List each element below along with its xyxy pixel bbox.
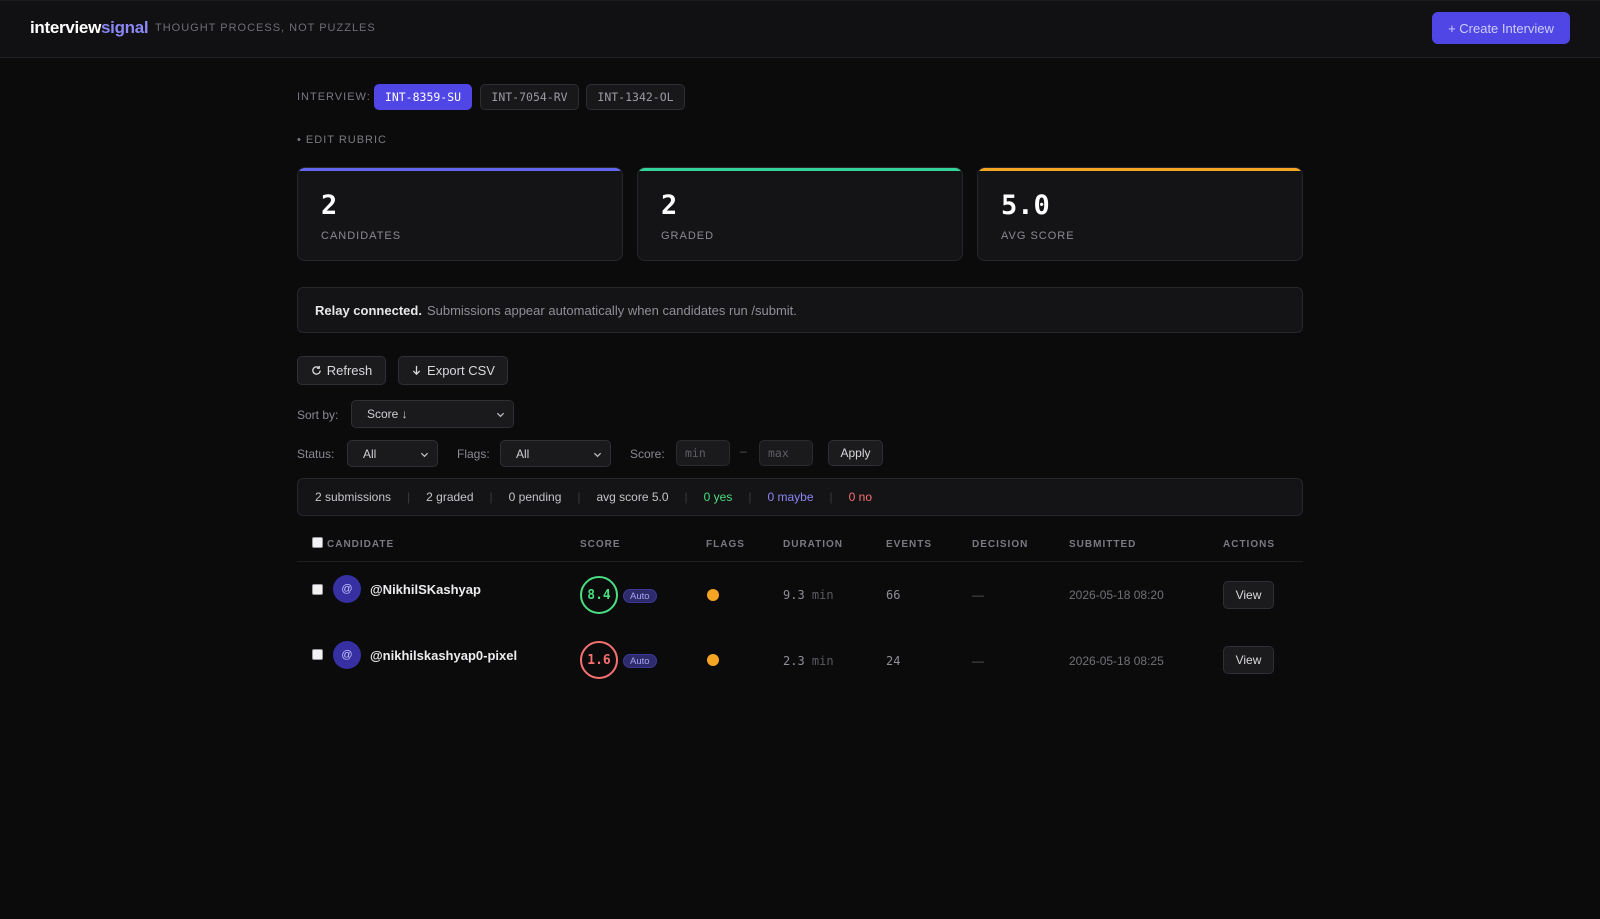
stat-value: 5.0	[1001, 190, 1050, 221]
status-filter-value: All	[363, 446, 377, 461]
summary-separator: |	[684, 490, 688, 504]
status-filter-label: Status:	[297, 447, 335, 461]
summary-separator: |	[748, 490, 752, 504]
flag-indicator	[707, 589, 719, 601]
summary-no-count: 0 no	[848, 490, 872, 504]
summary-separator: |	[489, 490, 493, 504]
summary-graded: 2 graded	[426, 490, 474, 504]
duration-unit: min	[811, 588, 834, 602]
stat-accent-bar	[978, 168, 1302, 171]
sort-label: Sort by:	[297, 408, 339, 422]
summary-separator: |	[829, 490, 833, 504]
stat-accent-bar	[298, 168, 622, 171]
chevron-down-icon	[420, 452, 429, 458]
column-header-score[interactable]: SCORE	[580, 539, 621, 550]
avatar: @	[333, 575, 361, 603]
summary-pending: 0 pending	[508, 490, 562, 504]
duration-value: 9.3	[783, 588, 805, 602]
interview-tab-int-1342-ol[interactable]: INT-1342-OL	[586, 84, 685, 110]
top-bar: interviewsignal THOUGHT PROCESS, NOT PUZ…	[0, 0, 1600, 58]
export-csv-label: Export CSV	[427, 363, 495, 378]
score-filter-label: Score:	[630, 447, 665, 461]
export-csv-button[interactable]: Export CSV	[398, 356, 508, 385]
duration-cell: 2.3 min	[783, 654, 834, 668]
decision-cell: —	[972, 654, 984, 668]
interview-tab-int-7054-rv[interactable]: INT-7054-RV	[480, 84, 579, 110]
brand-part-signal: signal	[101, 18, 149, 37]
summary-separator: |	[577, 490, 581, 504]
candidate-handle[interactable]: @NikhilSKashyap	[370, 582, 481, 597]
stat-label: AVG SCORE	[1001, 230, 1075, 242]
tagline: THOUGHT PROCESS, NOT PUZZLES	[155, 22, 376, 34]
summary-avg-score: avg score 5.0	[596, 490, 669, 504]
view-submission-button[interactable]: View	[1223, 581, 1274, 609]
stat-label: CANDIDATES	[321, 230, 402, 242]
relay-status-banner: Relay connected. Submissions appear auto…	[297, 287, 1303, 333]
apply-filters-button[interactable]: Apply	[828, 440, 883, 466]
duration-unit: min	[811, 654, 834, 668]
refresh-label: Refresh	[326, 363, 373, 378]
chevron-down-icon	[593, 452, 602, 458]
summary-yes-count: 0 yes	[703, 490, 733, 504]
submitted-cell: 2026-05-18 08:25	[1069, 654, 1164, 668]
avatar: @	[333, 641, 361, 669]
create-interview-button[interactable]: + Create Interview	[1432, 12, 1570, 44]
edit-rubric-toggle[interactable]: • EDIT RUBRIC	[297, 134, 387, 146]
score-max-input[interactable]: max	[759, 440, 813, 466]
stat-value: 2	[321, 190, 338, 221]
score-min-input[interactable]: min	[676, 440, 730, 466]
brand-logo[interactable]: interviewsignal	[30, 18, 149, 38]
flags-filter-label: Flags:	[457, 447, 490, 461]
column-header-flags[interactable]: FLAGS	[706, 539, 745, 550]
score-badge: 8.4	[580, 576, 618, 614]
stat-accent-bar	[638, 168, 962, 171]
stat-label: GRADED	[661, 230, 715, 242]
candidate-handle[interactable]: @nikhilskashyap0-pixel	[370, 648, 517, 663]
duration-cell: 9.3 min	[783, 588, 834, 602]
stat-card-graded: 2 GRADED	[637, 167, 963, 261]
column-header-decision[interactable]: DECISION	[972, 539, 1028, 550]
sort-select-value: Score ↓	[367, 407, 408, 421]
select-all-checkbox[interactable]	[312, 537, 323, 548]
score-badge: 1.6	[580, 641, 618, 679]
interview-tab-int-8359-su[interactable]: INT-8359-SU	[374, 84, 472, 110]
view-submission-button[interactable]: View	[1223, 646, 1274, 674]
summary-maybe-count: 0 maybe	[767, 490, 814, 504]
relay-status-title: Relay connected.	[315, 302, 422, 318]
download-arrow-icon	[412, 365, 421, 376]
row-select-checkbox[interactable]	[312, 584, 323, 595]
stat-value: 2	[661, 190, 678, 221]
refresh-icon	[311, 365, 321, 375]
flags-filter-value: All	[516, 446, 530, 461]
submissions-summary-bar: 2 submissions | 2 graded | 0 pending | a…	[297, 478, 1303, 516]
refresh-button[interactable]: Refresh	[297, 356, 386, 385]
status-filter-select[interactable]: All	[347, 440, 438, 467]
column-header-submitted[interactable]: SUBMITTED	[1069, 539, 1136, 550]
column-header-actions: ACTIONS	[1223, 539, 1275, 550]
chevron-down-icon	[496, 412, 505, 418]
flags-filter-select[interactable]: All	[500, 440, 611, 467]
duration-value: 2.3	[783, 654, 805, 668]
submitted-cell: 2026-05-18 08:20	[1069, 588, 1164, 602]
auto-graded-badge: Auto	[623, 654, 657, 668]
stat-card-avg-score: 5.0 AVG SCORE	[977, 167, 1303, 261]
stat-card-candidates: 2 CANDIDATES	[297, 167, 623, 261]
score-range-dash: –	[740, 444, 747, 458]
row-select-checkbox[interactable]	[312, 649, 323, 660]
summary-submissions: 2 submissions	[315, 490, 392, 504]
column-header-events[interactable]: EVENTS	[886, 539, 932, 550]
brand-part-interview: interview	[30, 18, 101, 37]
interview-label: INTERVIEW:	[297, 91, 371, 103]
summary-separator: |	[407, 490, 411, 504]
events-cell: 24	[886, 654, 901, 668]
flag-indicator	[707, 654, 719, 666]
column-header-candidate[interactable]: CANDIDATE	[327, 539, 394, 550]
column-header-duration[interactable]: DURATION	[783, 539, 843, 550]
table-header-divider	[297, 561, 1303, 562]
sort-select[interactable]: Score ↓	[351, 400, 514, 428]
decision-cell: —	[972, 588, 984, 602]
auto-graded-badge: Auto	[623, 589, 657, 603]
relay-status-text: Submissions appear automatically when ca…	[426, 302, 797, 318]
events-cell: 66	[886, 588, 901, 602]
